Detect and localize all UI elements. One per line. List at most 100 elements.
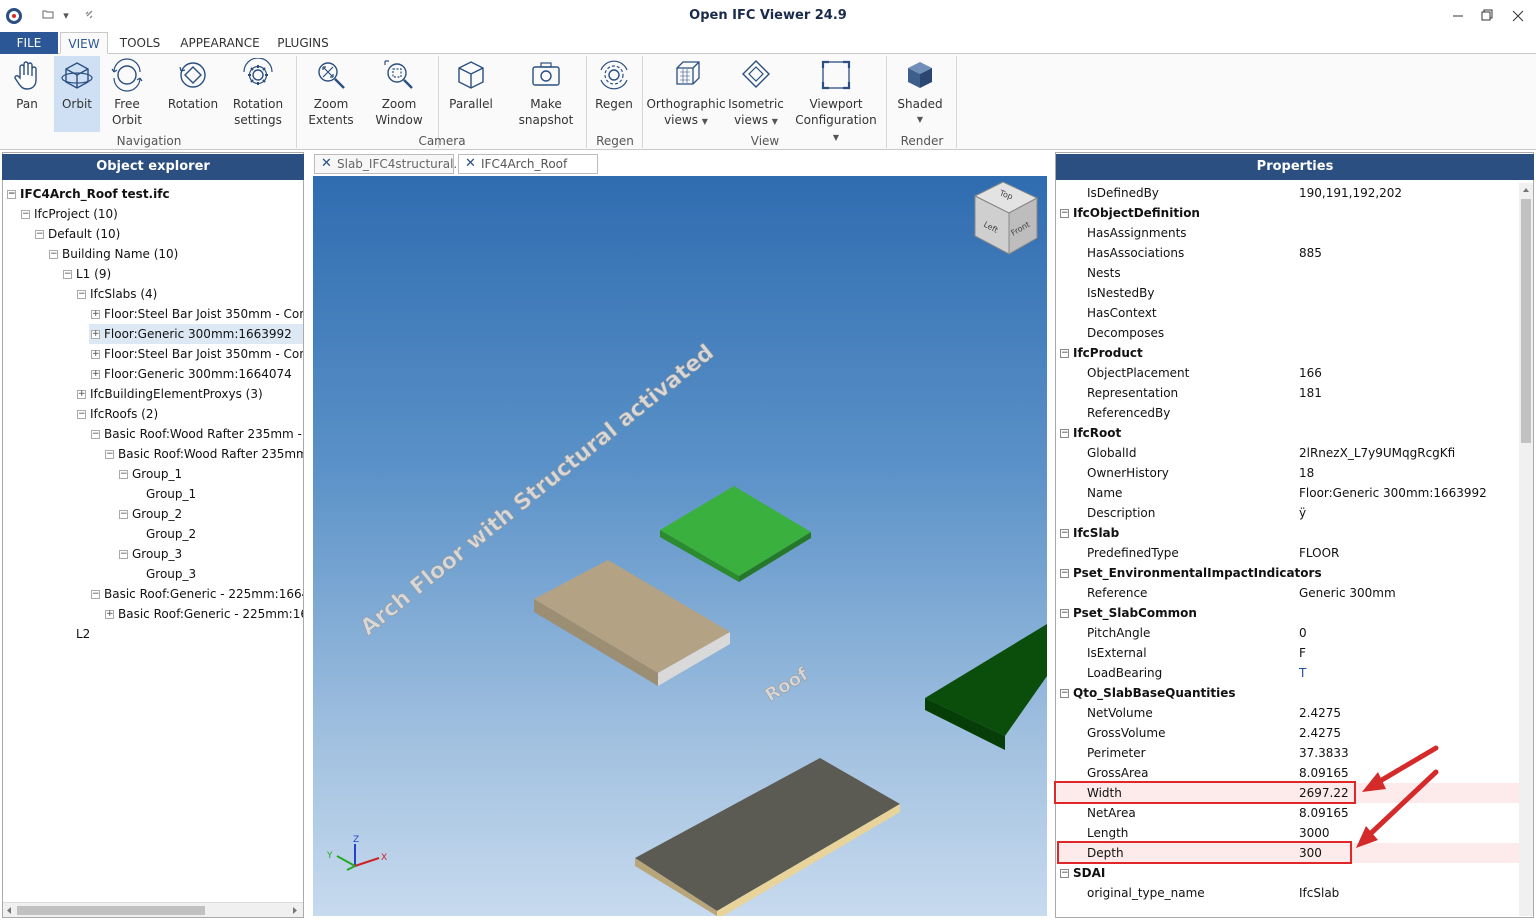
property-row[interactable]: GlobalId 2lRnezX_L7y9UMqgRcgKfi [1057, 443, 1519, 463]
property-row[interactable]: Name Floor:Generic 300mm:1663992 [1057, 483, 1519, 503]
collapse-icon[interactable]: − [119, 510, 128, 519]
free-orbit-button[interactable]: Free Orbit [104, 56, 150, 132]
collapse-icon[interactable]: − [1060, 429, 1069, 438]
zoom-window-button[interactable]: Zoom Window [368, 56, 430, 132]
property-row[interactable]: PitchAngle 0 [1057, 623, 1519, 643]
property-category[interactable]: − IfcRoot [1057, 423, 1519, 443]
tree-node[interactable]: − Group_2 [117, 504, 182, 524]
property-row[interactable]: NetVolume 2.4275 [1057, 703, 1519, 723]
tree-node[interactable]: − Group_1 [117, 464, 182, 484]
pan-button[interactable]: Pan [4, 56, 50, 132]
tab-file[interactable]: FILE [0, 32, 58, 54]
collapse-icon[interactable]: − [7, 190, 16, 199]
property-row[interactable]: Length 3000 [1057, 823, 1519, 843]
tree-node[interactable]: − IfcProject (10) [19, 204, 118, 224]
tree-node-selected[interactable]: + Floor:Generic 300mm:1663992 [89, 324, 303, 344]
close-button[interactable] [1500, 0, 1536, 32]
dark-green-slab[interactable] [925, 624, 1047, 750]
property-row[interactable]: Nests [1057, 263, 1519, 283]
tree-node[interactable]: − L1 (9) [61, 264, 111, 284]
property-row[interactable]: Representation 181 [1057, 383, 1519, 403]
scrollbar-thumb[interactable] [17, 906, 205, 915]
collapse-icon[interactable]: − [49, 250, 58, 259]
collapse-icon[interactable]: − [1060, 209, 1069, 218]
viewport-configuration-button[interactable]: Viewport Configuration ▼ [792, 56, 880, 142]
collapse-icon[interactable]: − [1060, 349, 1069, 358]
tree-node[interactable]: − IfcSlabs (4) [75, 284, 157, 304]
tree-node[interactable]: −Basic Roof:Generic - 225mm:1664161 [89, 584, 303, 604]
rotation-settings-button[interactable]: Rotation settings [228, 56, 288, 132]
property-row[interactable]: ReferencedBy [1057, 403, 1519, 423]
property-category[interactable]: − Pset_EnvironmentalImpactIndicators [1057, 563, 1519, 583]
property-row[interactable]: GrossArea 8.09165 [1057, 763, 1519, 783]
tab-appearance[interactable]: APPEARANCE [174, 32, 266, 54]
collapse-icon[interactable]: − [1060, 569, 1069, 578]
scrollbar-thumb[interactable] [1521, 199, 1531, 443]
explorer-horizontal-scrollbar[interactable] [3, 902, 303, 917]
property-row[interactable]: Decomposes [1057, 323, 1519, 343]
expand-icon[interactable]: + [91, 310, 100, 319]
tree-node[interactable]: − Default (10) [33, 224, 120, 244]
collapse-icon[interactable]: − [105, 450, 114, 459]
isometric-views-button[interactable]: Isometric views ▼ [728, 56, 784, 132]
tan-slab[interactable] [534, 560, 730, 686]
tree-node[interactable]: Group_2 [131, 524, 196, 544]
expand-icon[interactable]: + [91, 370, 100, 379]
gray-slab[interactable] [635, 758, 900, 916]
property-row[interactable]: IsNestedBy [1057, 283, 1519, 303]
tree-node[interactable]: + Basic Roof:Generic - 225mm:1664161 [103, 604, 303, 624]
navigation-cube[interactable]: Top Left Front [973, 181, 1039, 255]
property-row[interactable]: HasContext [1057, 303, 1519, 323]
tab-plugins[interactable]: PLUGINS [272, 32, 334, 54]
collapse-icon[interactable]: − [119, 550, 128, 559]
scroll-up-icon[interactable] [1522, 186, 1530, 194]
tree-node[interactable]: + Floor:Generic 300mm:1664074 [89, 364, 292, 384]
tab-view[interactable]: VIEW [60, 32, 108, 54]
property-row[interactable]: Description ÿ [1057, 503, 1519, 523]
close-icon[interactable]: ✕ [465, 155, 476, 173]
property-category[interactable]: − IfcSlab [1057, 523, 1519, 543]
property-category[interactable]: − SDAI [1057, 863, 1519, 883]
property-row[interactable]: PredefinedType FLOOR [1057, 543, 1519, 563]
make-snapshot-button[interactable]: Make snapshot [514, 56, 578, 132]
collapse-icon[interactable]: − [21, 210, 30, 219]
property-row[interactable]: LoadBearing T [1057, 663, 1519, 683]
collapse-icon[interactable]: − [91, 430, 100, 439]
close-icon[interactable]: ✕ [321, 155, 332, 173]
expand-icon[interactable]: + [105, 610, 114, 619]
tab-tools[interactable]: TOOLS [114, 32, 166, 54]
collapse-icon[interactable]: − [1060, 689, 1069, 698]
collapse-icon[interactable]: − [35, 230, 44, 239]
3d-viewport[interactable]: Arch Floor with Structural activated Roo… [313, 176, 1047, 916]
property-category[interactable]: − IfcProduct [1057, 343, 1519, 363]
property-row[interactable]: ObjectPlacement 166 [1057, 363, 1519, 383]
collapse-icon[interactable]: − [119, 470, 128, 479]
tree-node[interactable]: Group_3 [131, 564, 196, 584]
property-row[interactable]: Perimeter 37.3833 [1057, 743, 1519, 763]
tree-node[interactable]: Group_1 [131, 484, 196, 504]
collapse-icon[interactable]: − [77, 410, 86, 419]
parallel-button[interactable]: Parallel [444, 56, 498, 132]
document-tab[interactable]: ✕ Slab_IFC4structural.ifc [314, 154, 471, 174]
shaded-button[interactable]: Shaded ▼ [892, 56, 948, 132]
scroll-right-icon[interactable] [291, 906, 299, 915]
tree-node[interactable]: + Floor:Steel Bar Joist 350mm - Concrete [89, 304, 303, 324]
tree-node[interactable]: − Building Name (10) [47, 244, 178, 264]
tree-node[interactable]: + IfcBuildingElementProxys (3) [75, 384, 263, 404]
orbit-button[interactable]: Orbit [54, 56, 100, 132]
tree-node[interactable]: − IfcRoofs (2) [75, 404, 158, 424]
tree-node[interactable]: −Basic Roof:Wood Rafter 235mm - Asphalt [89, 424, 303, 444]
tree-node[interactable]: − IFC4Arch_Roof test.ifc [5, 184, 170, 204]
collapse-icon[interactable]: − [63, 270, 72, 279]
green-slab[interactable] [660, 486, 811, 582]
property-row[interactable]: original_type_name IfcSlab [1057, 883, 1519, 903]
property-row[interactable]: GrossVolume 2.4275 [1057, 723, 1519, 743]
tree-node[interactable]: −Basic Roof:Wood Rafter 235mm - Asphalt [103, 444, 303, 464]
tree-node[interactable]: L2 [61, 624, 90, 644]
rotation-button[interactable]: Rotation [164, 56, 222, 132]
property-row[interactable]: IsExternal F [1057, 643, 1519, 663]
property-row[interactable]: HasAssignments [1057, 223, 1519, 243]
property-row[interactable]: HasAssociations 885 [1057, 243, 1519, 263]
property-row[interactable]: OwnerHistory 18 [1057, 463, 1519, 483]
property-row[interactable]: Reference Generic 300mm [1057, 583, 1519, 603]
